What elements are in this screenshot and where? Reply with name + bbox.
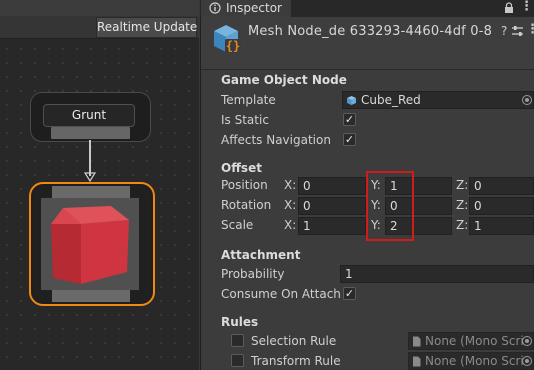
- component-more-menu-icon[interactable]: ⋮: [526, 23, 534, 36]
- selection-rule-checkbox[interactable]: [231, 334, 244, 347]
- scale-z-label: Z:: [456, 218, 469, 232]
- selection-rule-label: Selection Rule: [251, 334, 337, 348]
- help-icon[interactable]: ?: [497, 24, 511, 38]
- scale-x-label: X:: [284, 218, 297, 232]
- template-value: Cube_Red: [361, 93, 421, 107]
- rotation-z-field[interactable]: 0: [469, 197, 534, 215]
- transform-rule-value: None (Mono Scri: [425, 354, 524, 368]
- svg-text:?: ?: [501, 24, 507, 38]
- section-title-game-object-node: Game Object Node: [221, 73, 347, 87]
- selection-rule-value: None (Mono Scri: [425, 334, 524, 348]
- realtime-update-button[interactable]: Realtime Update: [96, 17, 197, 38]
- lock-icon[interactable]: [504, 2, 514, 14]
- is-static-label: Is Static: [221, 113, 269, 127]
- object-name: Mesh Node_de 633293-4460-4df 0-8: [248, 24, 493, 39]
- output-port[interactable]: [52, 290, 130, 302]
- inspector-more-menu-icon[interactable]: ⋮: [520, 0, 533, 13]
- affects-navigation-label: Affects Navigation: [221, 133, 331, 147]
- probability-label: Probability: [221, 267, 285, 281]
- connection-arrow-icon: [84, 172, 96, 182]
- template-object-field[interactable]: Cube_Red: [342, 91, 534, 109]
- script-file-icon: [413, 356, 421, 367]
- graph-tab-bar: [0, 0, 199, 16]
- transform-rule-label: Transform Rule: [251, 354, 341, 368]
- section-title-offset: Offset: [221, 161, 262, 175]
- consume-on-attach-checkbox[interactable]: ✓: [343, 287, 356, 300]
- position-x-label: X:: [284, 178, 297, 192]
- info-icon: [209, 2, 221, 14]
- section-title-attachment: Attachment: [221, 248, 301, 262]
- y-column-highlight-box: [366, 171, 414, 241]
- rotation-x-field[interactable]: 0: [298, 197, 366, 215]
- scale-x-field[interactable]: 1: [298, 217, 366, 235]
- position-label: Position: [221, 178, 268, 192]
- scale-label: Scale: [221, 218, 254, 232]
- scale-z-field[interactable]: 1: [469, 217, 534, 235]
- prefab-cube-icon: [347, 96, 356, 105]
- preset-settings-icon[interactable]: [511, 24, 524, 38]
- object-picker-icon[interactable]: [522, 356, 532, 366]
- section-title-rules: Rules: [221, 315, 259, 329]
- rotation-x-label: X:: [284, 198, 297, 212]
- red-cube-preview-icon: [51, 206, 129, 284]
- affects-navigation-checkbox[interactable]: ✓: [343, 133, 356, 146]
- probability-field[interactable]: 1: [340, 265, 534, 283]
- object-picker-icon[interactable]: [522, 95, 532, 105]
- object-picker-icon[interactable]: [522, 336, 532, 346]
- consume-on-attach-label: Consume On Attach: [221, 287, 341, 301]
- is-static-checkbox[interactable]: ✓: [343, 113, 356, 126]
- rotation-label: Rotation: [221, 198, 272, 212]
- transform-rule-object-field[interactable]: None (Mono Scri: [408, 352, 534, 370]
- output-port[interactable]: [51, 127, 130, 139]
- input-port[interactable]: [52, 186, 130, 198]
- script-component-icon: {}: [214, 25, 241, 53]
- position-z-label: Z:: [456, 178, 469, 192]
- tab-title: Inspector: [226, 1, 282, 15]
- rotation-z-label: Z:: [456, 198, 469, 212]
- selection-rule-object-field[interactable]: None (Mono Scri: [408, 332, 534, 350]
- graph-node-label: Grunt: [43, 104, 135, 127]
- position-z-field[interactable]: 0: [469, 177, 534, 195]
- position-x-field[interactable]: 0: [298, 177, 366, 195]
- template-label: Template: [221, 93, 276, 107]
- svg-text:{}: {}: [226, 39, 240, 53]
- node-connection-line[interactable]: [89, 140, 91, 176]
- script-file-icon: [413, 336, 421, 347]
- transform-rule-checkbox[interactable]: [231, 354, 244, 367]
